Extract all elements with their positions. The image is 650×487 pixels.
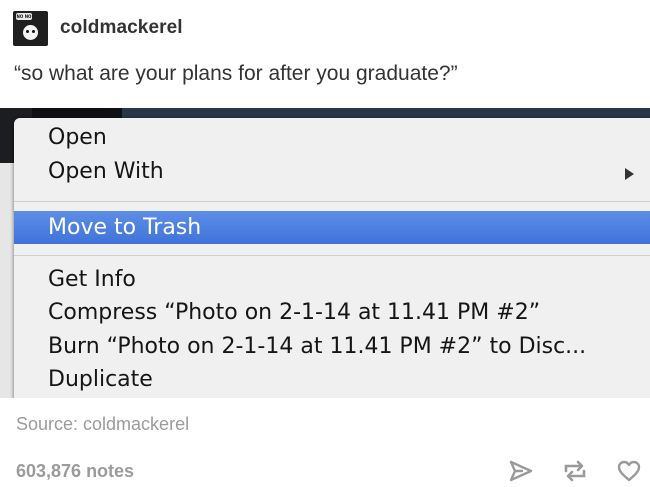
menu-item-open[interactable]: Open: [48, 123, 107, 153]
avatar[interactable]: NO NO: [13, 10, 48, 46]
context-menu: Open Open With Move to Trash Get Info Co…: [14, 118, 650, 398]
menu-item-duplicate[interactable]: Duplicate: [48, 365, 153, 395]
username[interactable]: coldmackerel: [60, 17, 183, 39]
post-actions: [482, 456, 644, 486]
screenshot-background-panel: [0, 163, 14, 398]
avatar-face-icon: [23, 24, 38, 40]
menu-item-compress[interactable]: Compress “Photo on 2-1-14 at 11.41 PM #2…: [48, 298, 540, 328]
menu-item-burn[interactable]: Burn “Photo on 2-1-14 at 11.41 PM #2” to…: [48, 332, 586, 362]
avatar-caption: NO NO: [16, 12, 32, 20]
heart-icon[interactable]: [614, 456, 644, 486]
post-header: NO NO coldmackerel: [13, 10, 183, 46]
post-quote: “so what are your plans for after you gr…: [14, 62, 458, 85]
submenu-arrow-icon: [625, 168, 634, 180]
post-source[interactable]: Source: coldmackerel: [16, 414, 189, 435]
menu-item-get-info[interactable]: Get Info: [48, 265, 136, 295]
menu-item-open-with-label: Open With: [48, 159, 164, 184]
menu-separator: [14, 201, 650, 202]
menu-separator: [14, 255, 650, 256]
notes-count[interactable]: 603,876 notes: [16, 461, 134, 482]
menu-item-move-to-trash[interactable]: Move to Trash: [14, 211, 650, 244]
paper-plane-icon[interactable]: [506, 456, 536, 486]
embedded-screenshot: Open Open With Move to Trash Get Info Co…: [0, 108, 650, 398]
menu-item-open-with[interactable]: Open With: [48, 157, 164, 187]
reblog-icon[interactable]: [560, 456, 590, 486]
